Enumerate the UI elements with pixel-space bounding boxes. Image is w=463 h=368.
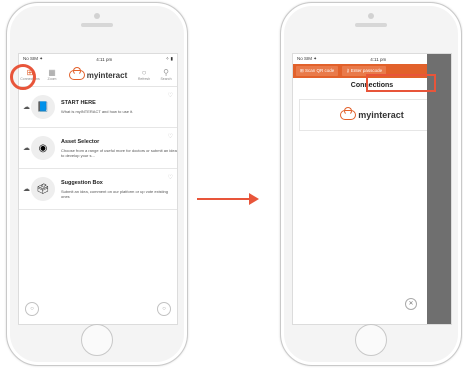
home-button[interactable]	[355, 324, 387, 356]
cloud-download-icon: ☁	[23, 186, 30, 193]
item-description: Choose from a range of useful more for d…	[61, 147, 177, 158]
search-label: Search	[160, 77, 172, 81]
refresh-button[interactable]: ○ Refresh	[133, 66, 155, 84]
time-text: 4:11 pm	[370, 56, 387, 62]
item-title: Suggestion Box	[61, 179, 103, 186]
cloud-download-icon: ☁	[23, 104, 30, 111]
zoom-icon: ▦	[48, 68, 56, 77]
connection-card[interactable]: myinteract	[299, 99, 445, 131]
refresh-icon: ○	[141, 68, 147, 77]
refresh-label: Refresh	[137, 77, 151, 81]
heart-icon[interactable]: ♡	[168, 92, 173, 99]
item-title: START HERE	[61, 100, 96, 106]
scan-qr-button[interactable]: ⊞ Scan QR code	[296, 66, 339, 76]
home-button[interactable]	[81, 324, 113, 356]
item-title: Asset Selector	[61, 138, 100, 145]
scan-qr-label: Scan QR code	[305, 68, 335, 73]
logo-cloud-icon	[68, 67, 85, 80]
speaker-grille	[81, 23, 113, 27]
battery-text: ✧ ▮	[165, 56, 174, 61]
cloud-download-icon: ☁	[23, 145, 30, 152]
side-drawer-overlay[interactable]	[427, 54, 451, 324]
card-logo-text: myinteract	[358, 110, 404, 120]
left-circle-button[interactable]: ○	[25, 302, 39, 316]
list-item[interactable]: ☁ 🗳 Suggestion Box Submit an idea, comme…	[19, 169, 177, 210]
highlight-circle	[10, 64, 36, 90]
time-text: 4:11 pm	[96, 56, 113, 62]
right-phone: No SIM ✦ 4:11 pm ✧ ▮ ⊞ Scan QR code ⚷ En…	[280, 2, 462, 366]
heart-icon[interactable]: ♡	[168, 174, 173, 181]
arrow-right-icon	[197, 193, 259, 205]
item-description: What is myINTERACT and how to use it.	[61, 109, 134, 114]
list-item[interactable]: ☁ ◉ Asset Selector Choose from a range o…	[19, 128, 177, 169]
left-phone: No SIM ✦ 4:11 pm ✧ ▮ ⊞ Connections ▦ Zoo…	[6, 2, 188, 366]
ballot-box-icon: 🗳	[31, 177, 55, 201]
speaker-grille	[355, 23, 387, 27]
list-item[interactable]: ☁ 📘 START HERE What is myINTERACT and ho…	[19, 87, 177, 128]
logo-text: myinteract	[86, 70, 128, 80]
book-icon: 📘	[31, 95, 55, 119]
camera-dot	[94, 13, 100, 19]
top-bar: ⊞ Connections ▦ Zoom myinteract ○ Refres…	[19, 64, 177, 87]
right-screen: No SIM ✦ 4:11 pm ✧ ▮ ⊞ Scan QR code ⚷ En…	[292, 53, 452, 325]
bottom-controls: ○ ○	[25, 302, 171, 316]
search-button[interactable]: ⚲ Search	[155, 66, 177, 84]
enter-passcode-label: Enter passcode	[350, 68, 383, 73]
app-logo: myinteract	[63, 67, 133, 80]
item-description: Submit an idea, comment on our platform …	[61, 188, 168, 199]
search-icon: ⚲	[163, 68, 169, 77]
right-circle-button[interactable]: ○	[157, 302, 171, 316]
left-screen: No SIM ✦ 4:11 pm ✧ ▮ ⊞ Connections ▦ Zoo…	[18, 53, 178, 325]
heart-icon[interactable]: ♡	[168, 133, 173, 140]
status-bar: No SIM ✦ 4:11 pm ✧ ▮	[19, 54, 177, 64]
highlight-rectangle	[366, 74, 436, 92]
close-icon[interactable]: ✕	[405, 298, 417, 310]
carrier-text: No SIM ✦	[23, 56, 44, 61]
logo-cloud-icon	[340, 107, 357, 120]
carrier-text: No SIM ✦	[297, 56, 318, 61]
selector-icon: ◉	[31, 136, 55, 160]
zoom-tab-label: Zoom	[47, 77, 57, 81]
zoom-tab[interactable]: ▦ Zoom	[41, 66, 63, 84]
camera-dot	[368, 13, 374, 19]
